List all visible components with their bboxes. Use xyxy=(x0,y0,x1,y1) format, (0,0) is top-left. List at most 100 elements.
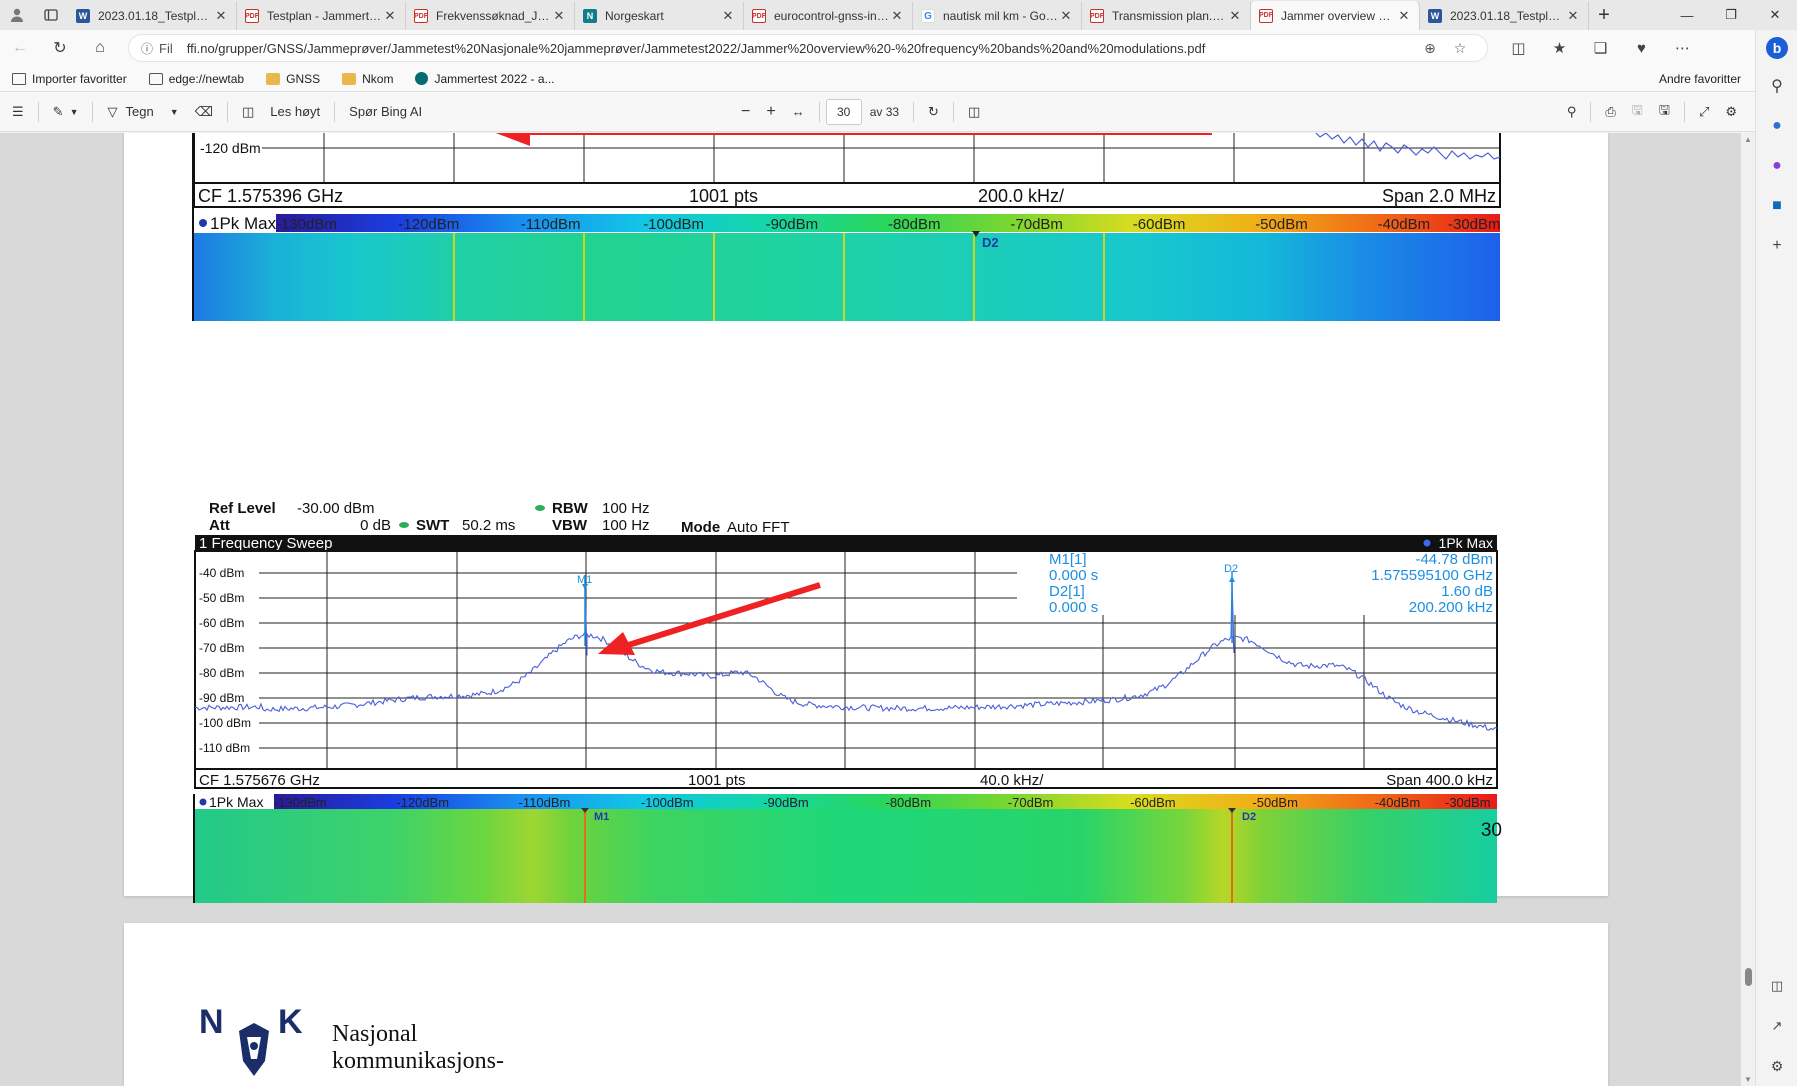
favorite-newtab[interactable]: edge://newtab xyxy=(148,71,245,86)
close-tab-icon[interactable]: ✕ xyxy=(1566,8,1580,24)
browser-essentials-icon[interactable]: ♥ xyxy=(1621,30,1662,66)
google-icon: G xyxy=(921,9,935,23)
ask-bing-label: Spør Bing AI xyxy=(349,104,423,119)
save-icon[interactable]: 🖫 xyxy=(1624,92,1651,132)
page-number-input[interactable]: 30 xyxy=(825,98,862,125)
close-tab-icon[interactable]: ✕ xyxy=(890,8,904,24)
browser-tab[interactable]: PDF Testplan - Jammertest... ✕ xyxy=(237,2,406,30)
close-tab-icon[interactable]: ✕ xyxy=(214,8,228,24)
favorites-icon[interactable]: ★ xyxy=(1539,30,1580,66)
scale-label: -60dBm xyxy=(1130,795,1176,810)
draw-button[interactable]: ▽ Tegn ▼ xyxy=(99,92,186,132)
favorite-label: Jammertest 2022 - a... xyxy=(434,71,555,86)
open-external-icon[interactable]: ↗ xyxy=(1756,1006,1797,1046)
top-waterfall xyxy=(194,233,1500,321)
scale-label: -80dBm xyxy=(886,795,932,810)
wf-marker-m1: M1 xyxy=(594,811,609,823)
add-sidebar-app-icon[interactable]: + xyxy=(1756,226,1797,266)
highlight-icon[interactable]: ✎ ▼ xyxy=(45,92,87,132)
zoom-icon[interactable]: ⊕ xyxy=(1415,40,1445,57)
bottom-span: Span 400.0 kHz xyxy=(1386,772,1493,789)
info-icon[interactable]: ⓘ xyxy=(141,40,153,57)
browser-tab[interactable]: W 2023.01.18_Testplan f... ✕ xyxy=(68,2,237,30)
favorite-folder-nkom[interactable]: Nkom xyxy=(342,72,393,86)
print-icon[interactable]: ⎙ xyxy=(1597,92,1623,132)
close-tab-icon[interactable]: ✕ xyxy=(1059,8,1073,24)
browser-tab[interactable]: PDF Jammer overview – fr... ✕ xyxy=(1251,1,1420,30)
close-tab-icon[interactable]: ✕ xyxy=(1228,8,1242,24)
browser-tab[interactable]: PDF Transmission plan.pdf ✕ xyxy=(1082,2,1251,30)
browser-tab[interactable]: W 2023.01.18_Testplan f... ✕ xyxy=(1420,2,1589,30)
erase-icon[interactable]: ⌫ xyxy=(187,92,221,132)
fullscreen-icon[interactable]: ⤢ xyxy=(1691,92,1717,132)
url-field[interactable]: ⓘ Fil ffi.no/grupper/GNSS/Jammeprøver/Ja… xyxy=(128,34,1488,62)
close-tab-icon[interactable]: ✕ xyxy=(552,8,566,24)
bing-chat-icon[interactable]: b xyxy=(1756,30,1797,66)
save-as-icon[interactable]: 🖫 xyxy=(1651,92,1678,132)
minimize-button[interactable]: — xyxy=(1665,0,1709,30)
new-tab-button[interactable]: + xyxy=(1589,0,1619,30)
url-text[interactable]: ffi.no/grupper/GNSS/Jammeprøver/Jammetes… xyxy=(187,41,1415,56)
sidebar-panel-icon[interactable]: ◫ xyxy=(1756,966,1797,1006)
more-menu-icon[interactable]: ⋯ xyxy=(1662,30,1703,66)
favorite-label: edge://newtab xyxy=(168,71,245,86)
tab-title: 2023.01.18_Testplan f... xyxy=(98,9,214,23)
search-icon[interactable]: ⚲ xyxy=(1559,92,1585,132)
shopping-icon[interactable]: ● xyxy=(1756,106,1797,146)
profile-icon[interactable] xyxy=(0,0,34,30)
tab-title: 2023.01.18_Testplan f... xyxy=(1450,9,1566,23)
refresh-button[interactable]: ↻ xyxy=(40,30,80,66)
zoom-out-icon[interactable]: − xyxy=(733,92,758,132)
tools-icon[interactable]: ● xyxy=(1756,146,1797,186)
zoom-in-icon[interactable]: + xyxy=(758,92,783,132)
scroll-up-icon[interactable]: ▲ xyxy=(1744,135,1752,144)
other-favorites[interactable]: Andre favoritter xyxy=(1653,72,1741,86)
favorite-import[interactable]: Importer favoritter xyxy=(12,72,127,86)
favorite-star-icon[interactable]: ☆ xyxy=(1445,40,1475,57)
favorite-folder-gnss[interactable]: GNSS xyxy=(266,72,320,86)
page-view-icon[interactable]: ◫ xyxy=(234,92,262,132)
sidebar-settings-icon[interactable]: ⚙ xyxy=(1756,1046,1797,1086)
outlook-icon[interactable]: ■ xyxy=(1756,186,1797,226)
ask-bing-button[interactable]: Spør Bing AI xyxy=(341,92,430,132)
browser-tab[interactable]: N Norgeskart ✕ xyxy=(575,2,744,30)
workspaces-icon[interactable] xyxy=(34,0,68,30)
contents-icon[interactable]: ☰ xyxy=(4,92,32,132)
d2-freq: 200.200 kHz xyxy=(1409,599,1493,616)
favorite-jammertest[interactable]: Jammertest 2022 - a... xyxy=(415,71,555,86)
rotate-icon[interactable]: ↻ xyxy=(920,92,947,132)
close-tab-icon[interactable]: ✕ xyxy=(383,8,397,24)
close-tab-icon[interactable]: ✕ xyxy=(721,8,735,24)
scale-label: -100dBm xyxy=(641,795,694,810)
bottom-pts: 1001 pts xyxy=(688,772,746,789)
settings-icon[interactable]: ⚙ xyxy=(1717,92,1745,132)
fit-page-icon[interactable]: ↔ xyxy=(784,92,813,132)
pdf-viewport[interactable]: -120 dBm CF 1.575396 GHz 1001 pts 200.0 … xyxy=(0,133,1755,1086)
back-button[interactable]: ← xyxy=(0,30,40,66)
scroll-down-icon[interactable]: ▼ xyxy=(1744,1075,1752,1084)
close-window-button[interactable]: ✕ xyxy=(1753,0,1797,30)
vertical-scrollbar[interactable]: ▲ ▼ xyxy=(1741,133,1755,1086)
browser-tab[interactable]: Gnautisk mil km - Goog... ✕ xyxy=(913,2,1082,30)
collections-icon[interactable]: ❏ xyxy=(1580,30,1621,66)
home-button[interactable]: ⌂ xyxy=(80,30,120,66)
close-tab-icon[interactable]: ✕ xyxy=(1397,8,1411,24)
org-line-2: kommunikasjons- xyxy=(332,1048,504,1074)
toolbar-divider xyxy=(1590,101,1592,122)
folder-icon xyxy=(342,72,357,85)
toolbar-divider xyxy=(334,101,336,122)
browser-tab[interactable]: PDF Frekvenssøknad_Jamm...✕ xyxy=(406,2,575,30)
pdf-page: N K Nasjonal kommunikasjons- xyxy=(124,923,1608,1086)
bottom-spectrum-panel: Ref Level -30.00 dBm Att 0 dB SWT 50.2 m… xyxy=(193,500,1498,903)
search-icon[interactable]: ⚲ xyxy=(1756,66,1797,106)
draw-icon: ▽ xyxy=(107,103,118,119)
two-page-view-icon[interactable]: ◫ xyxy=(960,92,988,132)
toolbar-divider xyxy=(227,101,228,122)
read-aloud-button[interactable]: Les høyt xyxy=(262,92,328,132)
restore-button[interactable]: ❐ xyxy=(1709,0,1753,30)
split-screen-icon[interactable]: ◫ xyxy=(1498,30,1539,66)
vbw-value: 100 Hz xyxy=(602,517,650,534)
scrollbar-thumb[interactable] xyxy=(1745,968,1752,986)
browser-tab[interactable]: PDF eurocontrol-gnss-inte... ✕ xyxy=(744,2,913,30)
scale-label: -40dBm xyxy=(1375,795,1421,810)
